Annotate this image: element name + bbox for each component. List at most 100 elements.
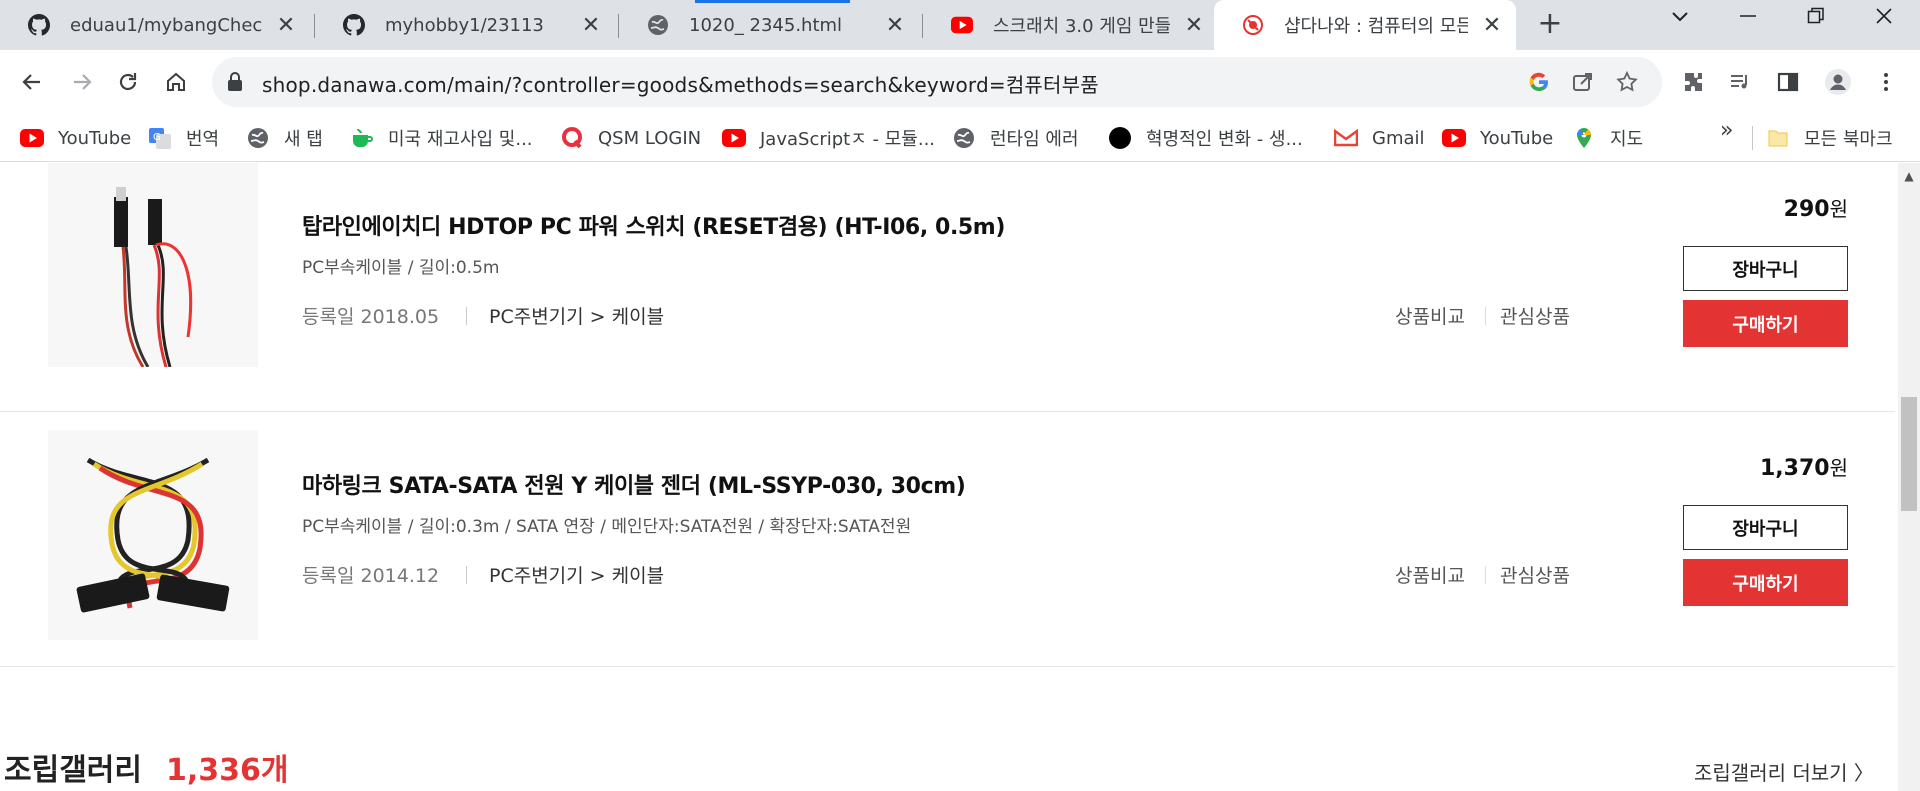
buy-now-button[interactable]: 구매하기 [1683,559,1848,606]
tab-close-button[interactable]: ✕ [885,13,905,38]
page-content: 탑라인에이치디 HDTOP PC 파워 스위치 (RESET겸용) (HT-I0… [0,163,1898,791]
google-lens-icon[interactable] [1526,69,1552,95]
vertical-scrollbar[interactable]: ▲ [1898,163,1920,791]
youtube-icon [951,14,973,36]
url-text[interactable]: shop.danawa.com/main/?controller=goods&m… [262,69,1099,98]
buy-now-button[interactable]: 구매하기 [1683,300,1848,347]
tab-close-button[interactable]: ✕ [1482,13,1502,38]
back-button[interactable] [14,64,50,100]
tab-close-button[interactable]: ✕ [1184,13,1204,38]
bookmark-label: 혁명적인 변화 - 생... [1146,129,1303,150]
scrollbar-thumb[interactable] [1901,397,1917,511]
gallery-title: 조립갤러리 [4,753,142,788]
share-icon[interactable] [1570,69,1596,95]
product-category[interactable]: PC주변기기 > 케이블 [489,561,664,588]
reload-button[interactable] [110,64,146,100]
price-value: 290 [1783,197,1830,222]
wishlist-link[interactable]: 관심상품 [1500,561,1570,588]
chevron-down-icon [1672,12,1688,22]
tab-close-button[interactable]: ✕ [581,13,601,38]
tab-scratch-video[interactable]: 스크래치 3.0 게임 만들기 ✕ [923,0,1218,50]
bookmark-label: 새 탭 [284,129,323,150]
bookmark-gmail[interactable]: Gmail [1334,124,1425,152]
extensions-button[interactable] [1676,64,1712,100]
bookmark-translate[interactable]: G 번역 [148,124,219,152]
kebab-menu-icon [1884,73,1888,91]
svg-text:G: G [153,132,161,143]
puzzle-icon [1685,73,1702,91]
bookmark-label: 미국 재고사입 및... [388,129,533,150]
minimize-icon [1740,15,1756,17]
bookmark-maps[interactable]: 지도 [1572,124,1643,152]
bookmark-label: QSM LOGIN [598,127,702,149]
arrow-left-icon [22,74,40,90]
add-to-cart-button[interactable]: 장바구니 [1683,246,1848,291]
profile-button[interactable] [1820,64,1856,100]
address-bar[interactable]: shop.danawa.com/main/?controller=goods&m… [212,57,1662,107]
black-circle-icon [1108,126,1132,150]
price-value: 1,370 [1760,456,1830,481]
side-panel-icon [1777,72,1799,92]
tab-danawa-active[interactable]: 샵다나와 : 컴퓨터의 모든 ✕ [1214,0,1516,50]
arrow-right-icon [74,74,92,90]
product-item: 탑라인에이치디 HDTOP PC 파워 스위치 (RESET겸용) (HT-I0… [0,163,1895,412]
product-registration-date: 등록일 2014.12 [302,565,440,587]
all-bookmarks-folder[interactable]: 모든 북마크 [1766,124,1893,152]
product-image[interactable] [48,430,258,640]
bookmarks-separator [1752,126,1753,150]
side-panel-button[interactable] [1770,64,1806,100]
bookmark-youtube-2[interactable]: YouTube [1442,124,1553,152]
product-category[interactable]: PC주변기기 > 케이블 [489,302,664,329]
bookmark-label: YouTube [1480,127,1554,149]
product-title[interactable]: 마하링크 SATA-SATA 전원 Y 케이블 젠더 (ML-SSYP-030,… [302,468,966,500]
wishlist-link[interactable]: 관심상품 [1500,302,1570,329]
github-icon [343,14,365,36]
compare-link[interactable]: 상품비교 [1395,561,1465,588]
bookmark-label: JavaScriptㅈ - 모듈... [760,129,936,150]
close-window-button[interactable] [1864,6,1904,32]
bookmark-youtube[interactable]: YouTube [20,124,131,152]
bookmarks-overflow-button[interactable]: » [1720,118,1733,143]
tab-myhobby[interactable]: myhobby1/23113 ✕ [315,0,615,50]
product-image[interactable] [48,163,258,368]
gmail-icon [1334,126,1358,150]
minimize-button[interactable] [1728,6,1768,32]
lock-icon[interactable] [226,71,244,97]
bookmarks-bar: YouTube G 번역 새 탭 미국 재고사입 및... QSM LOGIN … [0,114,1920,162]
forward-button[interactable] [64,64,100,100]
bookmark-revolution[interactable]: 혁명적인 변화 - 생... [1108,124,1303,152]
youtube-icon [1442,126,1466,150]
price-unit: 원 [1829,456,1848,480]
tab-close-button[interactable]: ✕ [276,13,296,38]
browser-toolbar: shop.danawa.com/main/?controller=goods&m… [0,50,1920,114]
home-button[interactable] [158,64,194,100]
tab-search-button[interactable] [1660,6,1700,32]
bookmark-qsm-login[interactable]: QSM LOGIN [560,124,701,152]
globe-icon [246,126,270,150]
bookmark-javascript-module[interactable]: JavaScriptㅈ - 모듈... [722,124,935,152]
link-divider [1485,307,1486,325]
tab-html-file[interactable]: 1020_ 2345.html ✕ [619,0,919,50]
youtube-icon [20,126,44,150]
product-title[interactable]: 탑라인에이치디 HDTOP PC 파워 스위치 (RESET겸용) (HT-I0… [302,209,1005,241]
tab-mybangcheck[interactable]: eduau1/mybangCheck ✕ [0,0,310,50]
compare-link[interactable]: 상품비교 [1395,302,1465,329]
restore-button[interactable] [1796,6,1836,32]
bookmark-label: Gmail [1372,127,1425,149]
bookmark-new-tab[interactable]: 새 탭 [246,124,323,152]
new-tab-button[interactable]: + [1534,9,1566,41]
bookmark-us-stock[interactable]: 미국 재고사입 및... [350,124,533,152]
menu-button[interactable] [1868,64,1904,100]
gallery-more-link[interactable]: 조립갤러리 더보기 〉 [1694,757,1874,786]
bookmark-label: 모든 북마크 [1804,129,1893,150]
scroll-up-arrow[interactable]: ▲ [1898,169,1920,183]
tab-title: 스크래치 3.0 게임 만들기 [993,16,1170,37]
star-icon[interactable] [1614,69,1640,95]
tab-title: eduau1/mybangCheck [70,14,262,36]
youtube-icon [722,126,746,150]
close-icon [1876,8,1892,24]
add-to-cart-button[interactable]: 장바구니 [1683,505,1848,550]
bookmark-runtime-error[interactable]: 런타임 에러 [952,124,1079,152]
github-icon [28,14,50,36]
media-control-button[interactable] [1722,64,1758,100]
